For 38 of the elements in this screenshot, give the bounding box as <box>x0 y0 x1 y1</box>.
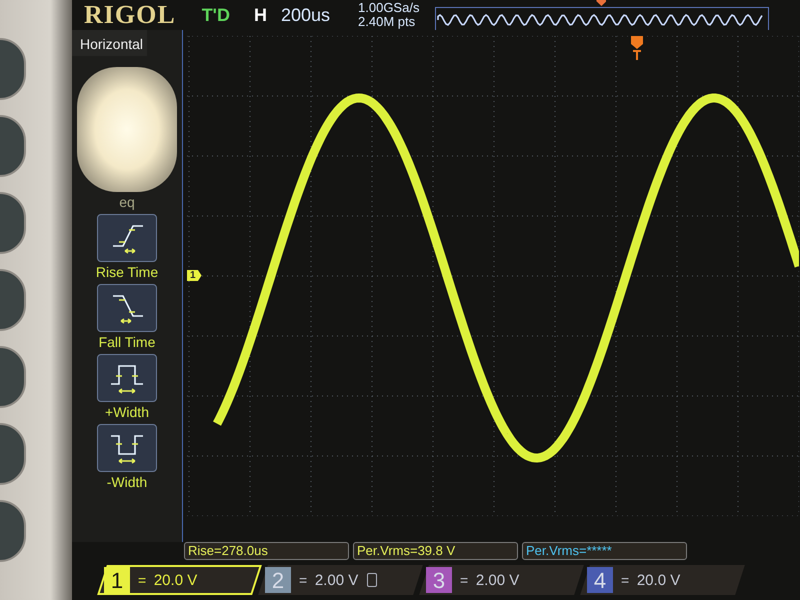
coupling-symbol: = <box>460 572 468 588</box>
measurement-readout: Per.Vrms=39.8 V <box>353 542 518 560</box>
coupling-symbol: = <box>299 572 308 588</box>
channel-tab[interactable]: 2 = 2.00 V <box>258 565 423 595</box>
menu-item-label: +Width <box>105 404 149 420</box>
measurement-readout: Per.Vrms=***** <box>522 542 687 560</box>
sample-rate: 1.00GSa/s <box>358 1 420 15</box>
channel-number: 1 <box>104 567 130 593</box>
channel-scale: 2.00 V <box>315 572 359 588</box>
measurement-readout: Rise=278.0us <box>184 542 349 560</box>
channel-scale: 2.00 V <box>476 572 520 588</box>
menu-item-label: eq <box>119 194 135 210</box>
bandwidth-limit-icon <box>366 573 377 587</box>
channel-marker: 1 <box>187 270 202 281</box>
channel-number: 2 <box>265 567 291 593</box>
channel-tab[interactable]: 3 = 2.00 V <box>419 565 584 595</box>
channel-number: 3 <box>426 567 452 593</box>
menu-item-label: -Width <box>106 474 148 490</box>
menu-softkey[interactable] <box>96 214 157 262</box>
brand-logo: RIGOL <box>84 0 176 30</box>
channel-scale: 20.0 V <box>637 572 681 588</box>
channel-scale: 20.0 V <box>154 572 198 588</box>
channel-tab[interactable]: 4 = 20.0 V <box>580 565 745 595</box>
menu-title: Horizontal <box>72 30 148 56</box>
menu-item-label: Rise Time <box>96 264 158 280</box>
timebase-label: H <box>254 4 267 26</box>
channel-number: 4 <box>587 567 613 593</box>
menu-softkey[interactable] <box>97 354 157 402</box>
trigger-marker-icon <box>631 36 643 60</box>
memory-depth: 2.40M pts <box>358 15 416 29</box>
menu-softkey[interactable] <box>97 424 157 472</box>
trigger-status: T'D <box>202 4 230 26</box>
channel-tab[interactable]: 1 = 20.0 V <box>97 565 262 595</box>
menu-softkey[interactable] <box>97 284 157 332</box>
coupling-symbol: = <box>621 572 630 588</box>
menu-item-label: Fall Time <box>98 334 156 350</box>
coupling-symbol: = <box>138 572 146 588</box>
timebase-value: 200us <box>280 4 330 26</box>
